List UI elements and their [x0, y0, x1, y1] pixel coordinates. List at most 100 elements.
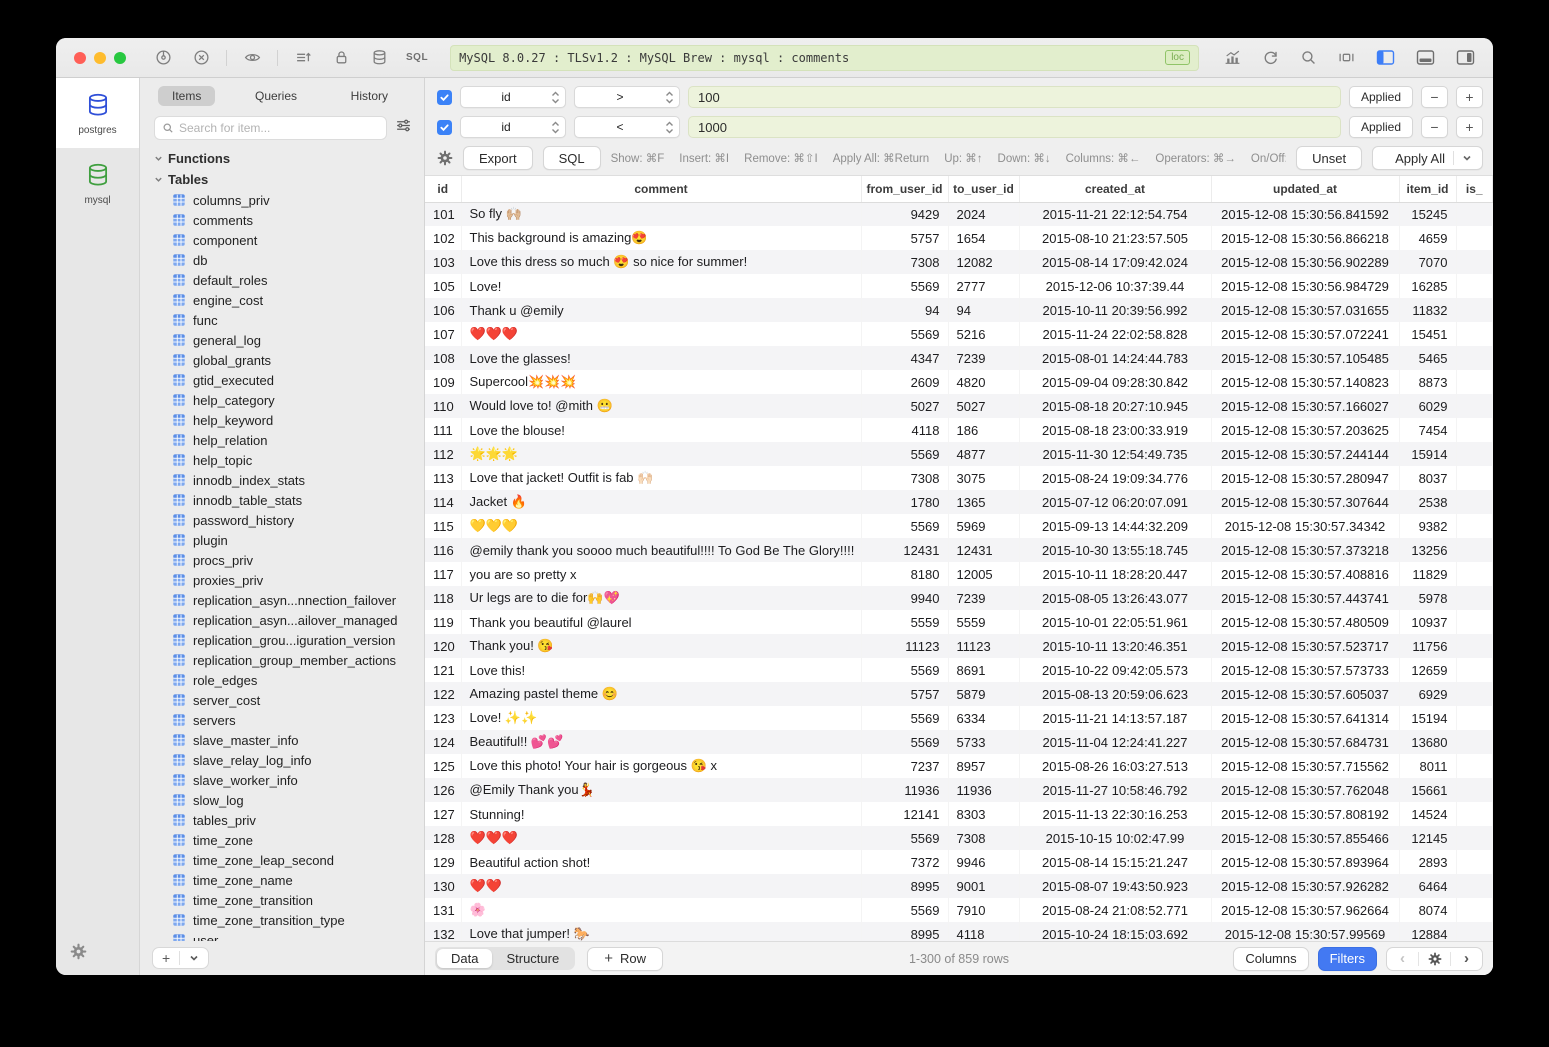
cell-to-user-id[interactable]: 3075 [948, 466, 1019, 490]
cell-item-id[interactable]: 8011 [1399, 754, 1456, 778]
filter-add-button[interactable]: + [1456, 86, 1483, 108]
col-header-updated-at[interactable]: updated_at [1211, 176, 1399, 202]
table-row[interactable]: 111 Love the blouse! 4118 186 2015-08-18… [425, 418, 1493, 442]
cell-created-at[interactable]: 2015-08-01 14:24:44.783 [1019, 346, 1211, 370]
cell-is[interactable] [1456, 730, 1493, 754]
cell-is[interactable] [1456, 658, 1493, 682]
cell-from-user-id[interactable]: 2609 [861, 370, 948, 394]
columns-button[interactable]: Columns [1233, 947, 1308, 971]
unset-button[interactable]: Unset [1296, 146, 1362, 170]
cell-comment[interactable]: Thank you beautiful @laurel [461, 610, 861, 634]
cell-to-user-id[interactable]: 11936 [948, 778, 1019, 802]
tab-data[interactable]: Data [437, 949, 492, 968]
filter-remove-button[interactable]: − [1421, 116, 1448, 138]
cell-id[interactable]: 111 [425, 418, 461, 442]
sidebar-table-item[interactable]: innodb_table_stats [154, 490, 424, 510]
connection-mysql[interactable]: mysql [56, 148, 139, 218]
sidebar-table-item[interactable]: user [154, 930, 424, 941]
cell-from-user-id[interactable]: 7308 [861, 250, 948, 274]
cell-item-id[interactable]: 8074 [1399, 898, 1456, 922]
cell-from-user-id[interactable]: 5569 [861, 322, 948, 346]
cell-is[interactable] [1456, 538, 1493, 562]
table-row[interactable]: 105 Love! 5569 2777 2015-12-06 10:37:39.… [425, 274, 1493, 298]
sidebar-table-item[interactable]: innodb_index_stats [154, 470, 424, 490]
cell-item-id[interactable]: 15194 [1399, 706, 1456, 730]
sidebar-table-item[interactable]: time_zone_transition [154, 890, 424, 910]
search-icon[interactable] [1293, 46, 1323, 70]
cell-to-user-id[interactable]: 9001 [948, 874, 1019, 898]
cell-created-at[interactable]: 2015-08-14 17:09:42.024 [1019, 250, 1211, 274]
filter-value-input[interactable] [688, 116, 1341, 138]
disconnect-icon[interactable] [186, 46, 216, 70]
grid-settings-gear-icon[interactable] [1419, 948, 1450, 970]
col-header-item-id[interactable]: item_id [1399, 176, 1456, 202]
cell-comment[interactable]: Love that jumper! 🐎 [461, 922, 861, 941]
cell-comment[interactable]: ❤️❤️ [461, 874, 861, 898]
cell-updated-at[interactable]: 2015-12-08 15:30:57.573733 [1211, 658, 1399, 682]
toggle-bottom-panel-icon[interactable] [1409, 46, 1441, 70]
cell-item-id[interactable]: 13256 [1399, 538, 1456, 562]
cell-id[interactable]: 108 [425, 346, 461, 370]
sidebar-table-item[interactable]: password_history [154, 510, 424, 530]
filter-operator-select[interactable]: < [574, 116, 680, 138]
cell-item-id[interactable]: 2538 [1399, 490, 1456, 514]
minimize-window-button[interactable] [94, 52, 106, 64]
cell-is[interactable] [1456, 442, 1493, 466]
cell-to-user-id[interactable]: 9946 [948, 850, 1019, 874]
cell-updated-at[interactable]: 2015-12-08 15:30:57.808192 [1211, 802, 1399, 826]
cell-updated-at[interactable]: 2015-12-08 15:30:57.140823 [1211, 370, 1399, 394]
connect-icon[interactable] [148, 46, 178, 70]
sql-editor-button[interactable]: SQL [402, 52, 432, 63]
cell-from-user-id[interactable]: 7308 [861, 466, 948, 490]
cell-id[interactable]: 115 [425, 514, 461, 538]
next-page-button[interactable]: › [1451, 948, 1482, 970]
cell-comment[interactable]: you are so pretty x [461, 562, 861, 586]
table-row[interactable]: 124 Beautiful!! 💕💕 5569 5733 2015-11-04 … [425, 730, 1493, 754]
cell-id[interactable]: 128 [425, 826, 461, 850]
export-button[interactable]: Export [463, 146, 533, 170]
table-row[interactable]: 122 Amazing pastel theme 😊 5757 5879 201… [425, 682, 1493, 706]
tree-group-tables[interactable]: Tables [154, 169, 424, 190]
cell-comment[interactable]: This background is amazing😍 [461, 226, 861, 250]
cell-created-at[interactable]: 2015-11-21 22:12:54.754 [1019, 202, 1211, 226]
cell-is[interactable] [1456, 778, 1493, 802]
table-row[interactable]: 132 Love that jumper! 🐎 8995 4118 2015-1… [425, 922, 1493, 941]
sidebar-table-item[interactable]: time_zone [154, 830, 424, 850]
cell-item-id[interactable]: 11756 [1399, 634, 1456, 658]
tab-history[interactable]: History [337, 86, 402, 106]
table-row[interactable]: 113 Love that jacket! Outfit is fab 🙌🏻 7… [425, 466, 1493, 490]
cell-is[interactable] [1456, 706, 1493, 730]
cell-id[interactable]: 107 [425, 322, 461, 346]
tab-items[interactable]: Items [158, 86, 215, 106]
connection-postgres[interactable]: postgres [56, 78, 139, 148]
cell-id[interactable]: 114 [425, 490, 461, 514]
cell-created-at[interactable]: 2015-10-11 18:28:20.447 [1019, 562, 1211, 586]
cell-updated-at[interactable]: 2015-12-08 15:30:57.203625 [1211, 418, 1399, 442]
cell-updated-at[interactable]: 2015-12-08 15:30:57.641314 [1211, 706, 1399, 730]
cell-from-user-id[interactable]: 8995 [861, 922, 948, 941]
cell-to-user-id[interactable]: 4820 [948, 370, 1019, 394]
cell-comment[interactable]: Jacket 🔥 [461, 490, 861, 514]
filter-operator-select[interactable]: > [574, 86, 680, 108]
filter-sliders-icon[interactable] [395, 117, 412, 139]
sidebar-table-item[interactable]: time_zone_name [154, 870, 424, 890]
cell-from-user-id[interactable]: 7372 [861, 850, 948, 874]
cell-is[interactable] [1456, 922, 1493, 941]
cell-updated-at[interactable]: 2015-12-08 15:30:56.841592 [1211, 202, 1399, 226]
cell-from-user-id[interactable]: 5569 [861, 730, 948, 754]
cell-is[interactable] [1456, 874, 1493, 898]
cell-is[interactable] [1456, 634, 1493, 658]
cell-updated-at[interactable]: 2015-12-08 15:30:57.926282 [1211, 874, 1399, 898]
cell-comment[interactable]: Stunning! [461, 802, 861, 826]
cell-id[interactable]: 105 [425, 274, 461, 298]
col-header-is[interactable]: is_ [1456, 176, 1493, 202]
table-row[interactable]: 101 So fly 🙌🏼 9429 2024 2015-11-21 22:12… [425, 202, 1493, 226]
cell-updated-at[interactable]: 2015-12-08 15:30:57.307644 [1211, 490, 1399, 514]
cell-to-user-id[interactable]: 5559 [948, 610, 1019, 634]
sidebar-table-item[interactable]: replication_grou...iguration_version [154, 630, 424, 650]
cell-is[interactable] [1456, 610, 1493, 634]
zoom-window-button[interactable] [114, 52, 126, 64]
cell-created-at[interactable]: 2015-08-14 15:15:21.247 [1019, 850, 1211, 874]
cell-to-user-id[interactable]: 4118 [948, 922, 1019, 941]
cell-updated-at[interactable]: 2015-12-08 15:30:57.443741 [1211, 586, 1399, 610]
